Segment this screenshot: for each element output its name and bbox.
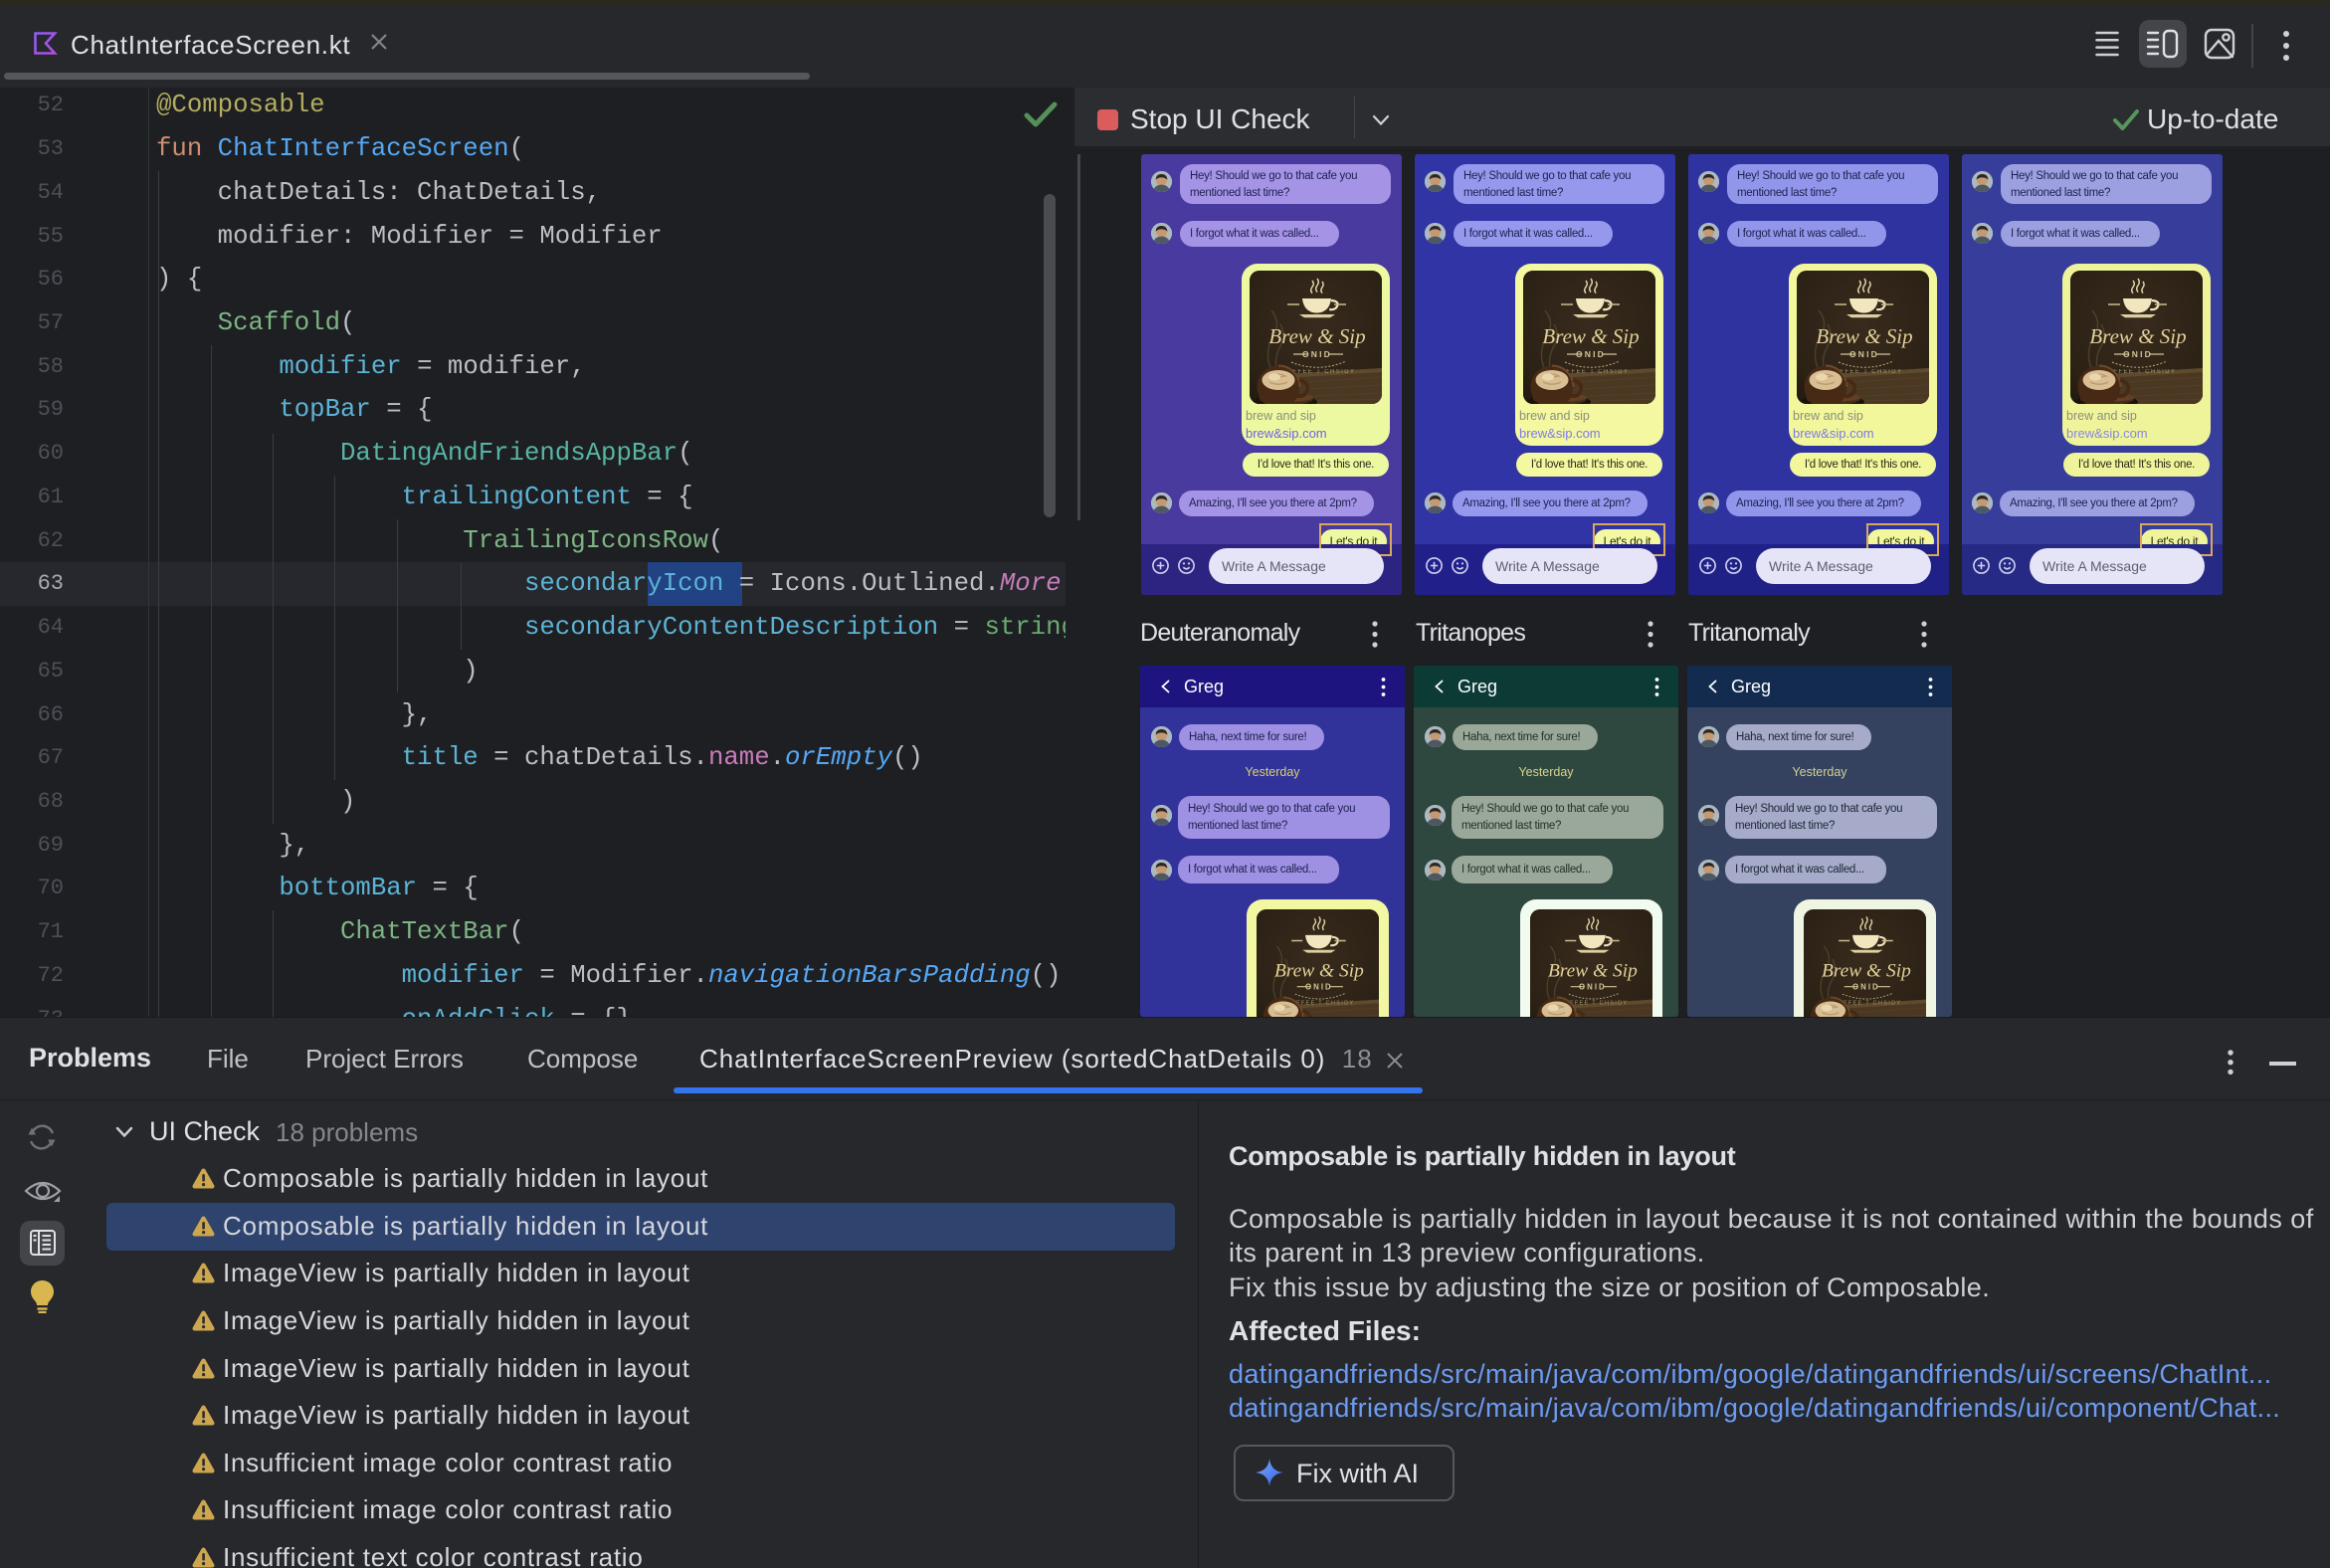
svg-text:Brew & Sip: Brew & Sip bbox=[1268, 324, 1365, 348]
svg-text:Brew & Sip: Brew & Sip bbox=[1274, 961, 1364, 982]
svg-text:Brew & Sip: Brew & Sip bbox=[1816, 324, 1912, 348]
svg-text:Brew & Sip: Brew & Sip bbox=[2089, 324, 2186, 348]
svg-text:Brew & Sip: Brew & Sip bbox=[1542, 324, 1639, 348]
svg-text:Brew & Sip: Brew & Sip bbox=[1548, 961, 1638, 982]
svg-text:Brew & Sip: Brew & Sip bbox=[1822, 961, 1911, 982]
